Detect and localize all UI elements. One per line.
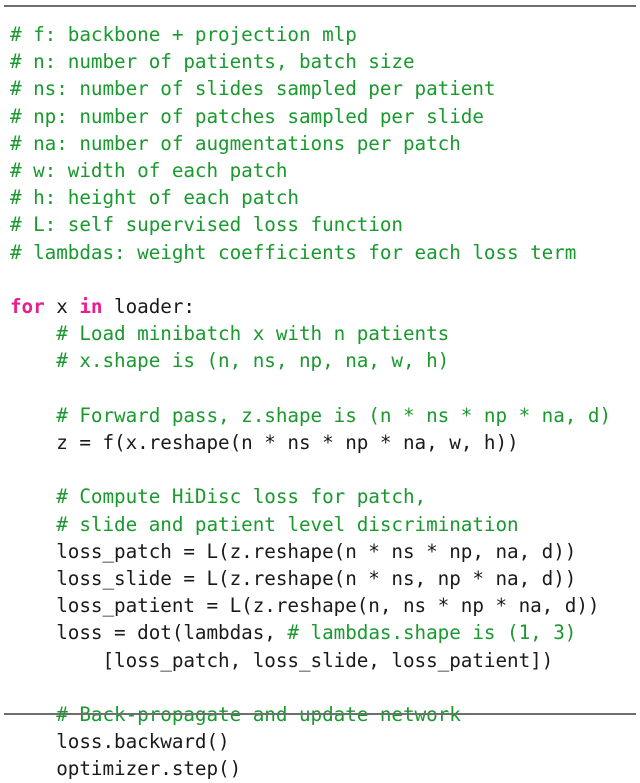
code-line: # f: backbone + projection mlp: [10, 21, 640, 48]
code-comment: # np: number of patches sampled per slid…: [10, 104, 484, 128]
code-line: # h: height of each patch: [10, 184, 640, 211]
code-line: for x in loader:: [10, 293, 640, 320]
code-line: # Forward pass, z.shape is (n * ns * np …: [10, 402, 640, 429]
code-comment: # na: number of augmentations per patch: [10, 131, 461, 155]
code-line: # w: width of each patch: [10, 157, 640, 184]
code-comment: # x.shape is (n, ns, np, na, w, h): [56, 349, 450, 373]
code-text: x: [44, 295, 80, 319]
code-comment: # Compute HiDisc loss for patch,: [56, 485, 427, 509]
code-line: # L: self supervised loss function: [10, 211, 640, 238]
code-text: loss_slide = L(z.reshape(n * ns, np * na…: [56, 567, 577, 591]
code-line: # np: number of patches sampled per slid…: [10, 103, 640, 130]
code-comment: # slide and patient level discrimination: [56, 512, 519, 536]
code-comment: # Forward pass, z.shape is (n * ns * np …: [56, 403, 612, 427]
code-line: [loss_patch, loss_slide, loss_patient]): [10, 647, 640, 674]
code-comment: # lambdas: weight coefficients for each …: [10, 240, 577, 264]
code-line: # Compute HiDisc loss for patch,: [10, 483, 640, 510]
code-text: loader:: [102, 295, 195, 319]
code-comment: # h: height of each patch: [10, 186, 299, 210]
bottom-divider-rule: [4, 713, 636, 715]
code-comment: # w: width of each patch: [10, 159, 288, 183]
code-comment: # f: backbone + projection mlp: [10, 23, 357, 46]
code-line: optimizer.step(): [10, 755, 640, 782]
code-line: z = f(x.reshape(n * ns * np * na, w, h)): [10, 429, 640, 456]
code-line: # lambdas: weight coefficients for each …: [10, 239, 640, 266]
code-line: loss_patch = L(z.reshape(n * ns * np, na…: [10, 538, 640, 565]
code-line: # x.shape is (n, ns, np, na, w, h): [10, 347, 640, 374]
code-text: loss_patch = L(z.reshape(n * ns * np, na…: [56, 539, 577, 563]
code-text: [loss_patch, loss_slide, loss_patient]): [102, 648, 554, 672]
code-comment: # L: self supervised loss function: [10, 213, 403, 237]
code-comment: # Load minibatch x with n patients: [56, 322, 450, 346]
code-block: # f: backbone + projection mlp # n: numb…: [0, 7, 640, 783]
code-line: # na: number of augmentations per patch: [10, 130, 640, 157]
algorithm-listing-figure: # f: backbone + projection mlp # n: numb…: [0, 5, 640, 780]
code-line: # Load minibatch x with n patients: [10, 320, 640, 347]
code-line: # n: number of patients, batch size: [10, 48, 640, 75]
code-text: optimizer.step(): [56, 757, 242, 781]
code-line: loss_slide = L(z.reshape(n * ns, np * na…: [10, 565, 640, 592]
code-comment: # n: number of patients, batch size: [10, 50, 415, 74]
code-line: loss = dot(lambdas, # lambdas.shape is (…: [10, 619, 640, 646]
code-comment: # lambdas.shape is (1, 3): [287, 621, 577, 645]
code-line: # ns: number of slides sampled per patie…: [10, 75, 640, 102]
code-line: # slide and patient level discrimination: [10, 511, 640, 538]
code-text: z = f(x.reshape(n * ns * np * na, w, h)): [56, 431, 519, 455]
code-comment: # ns: number of slides sampled per patie…: [10, 77, 496, 101]
code-keyword: for: [10, 295, 45, 319]
code-text: loss_patient = L(z.reshape(n, ns * np * …: [56, 594, 600, 618]
code-text: loss.backward(): [56, 730, 230, 754]
code-keyword: in: [79, 295, 103, 319]
code-text: loss = dot(lambdas,: [56, 621, 288, 645]
code-line: loss_patient = L(z.reshape(n, ns * np * …: [10, 592, 640, 619]
code-line: loss.backward(): [10, 728, 640, 755]
